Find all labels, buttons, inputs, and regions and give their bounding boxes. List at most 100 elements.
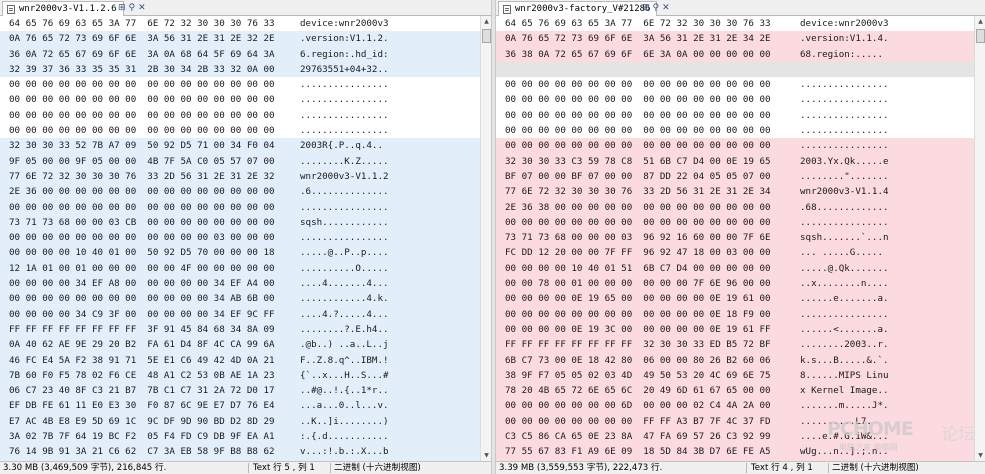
hex-row[interactable]: FF FF FF FF FF FF FF FF 3F 91 45 84 68 3… (0, 321, 481, 338)
scroll-down-arrow-icon[interactable]: ▼ (976, 451, 985, 460)
hex-row[interactable]: E7 AC 4B E8 E9 5D 69 1C 9C DF 9D 90 BD D… (0, 413, 481, 430)
hex-row[interactable]: 00 00 00 00 00 00 00 00 00 00 00 00 00 0… (496, 214, 975, 231)
left-hex-view[interactable]: 64 65 76 69 63 65 3A 77 6E 72 32 30 30 3… (0, 16, 481, 461)
hex-ascii: .version:V1.1.2. (300, 33, 389, 45)
left-tab-tool-find-icon[interactable]: ⚲ (129, 1, 136, 15)
hex-row[interactable]: 00 00 00 00 00 00 00 00 00 00 00 00 34 A… (0, 291, 481, 307)
right-cursor-position: Text 行 4 , 列 1 (751, 463, 813, 473)
hex-ascii: v...:!.b.:.X...b (300, 446, 389, 458)
hex-row[interactable]: 73 71 73 68 00 00 03 CB 00 00 00 00 00 0… (0, 214, 481, 231)
right-tab-tool-find-icon[interactable]: ⚲ (653, 1, 660, 15)
hex-row[interactable]: 2E 36 38 00 00 00 00 00 00 00 00 00 00 0… (496, 199, 975, 215)
scroll-thumb[interactable] (482, 29, 491, 43)
hex-row[interactable]: FF FF FF FF FF FF FF FF 32 30 30 33 ED B… (496, 337, 975, 353)
hex-row[interactable]: 38 9F F7 05 05 02 03 4D 49 50 53 20 4C 6… (496, 367, 975, 384)
hex-row[interactable]: 2E 36 00 00 00 00 00 00 00 00 00 00 00 0… (0, 184, 481, 200)
hex-bytes: 00 00 00 00 00 00 00 00 00 00 00 00 00 0… (9, 201, 275, 213)
right-vertical-scrollbar[interactable]: ▲ ▼ (974, 16, 985, 461)
hex-bytes: C3 C5 86 CA 65 0E 23 8A 47 FA 69 57 26 C… (505, 431, 771, 443)
hex-row[interactable]: 6B C7 73 00 0E 18 42 80 06 00 00 80 26 B… (496, 352, 975, 368)
scroll-up-arrow-icon[interactable]: ▲ (976, 17, 985, 26)
hex-row[interactable]: 00 00 00 00 34 C9 3F 00 00 00 00 00 34 E… (0, 306, 481, 322)
hex-row[interactable]: 00 00 00 00 00 00 00 00 00 00 00 00 00 0… (0, 77, 481, 92)
hex-row[interactable]: 00 00 00 00 10 40 01 51 6B C7 D4 00 00 0… (496, 260, 975, 277)
hex-row[interactable]: 73 71 73 68 00 00 00 03 96 92 16 60 00 0… (496, 230, 975, 246)
hex-row[interactable]: 46 FC E4 5A F2 38 91 71 5E E1 C6 49 42 4… (0, 352, 481, 368)
left-view-mode: 二进制 (十六进制视图) (334, 463, 421, 473)
right-view-mode: 二进制 (十六进制视图) (832, 463, 919, 473)
hex-bytes: 00 00 00 00 34 C9 3F 00 00 00 00 00 34 E… (9, 308, 275, 320)
hex-row[interactable]: 0A 76 65 72 73 69 6F 6E 3A 56 31 2E 31 2… (496, 31, 975, 47)
hex-row[interactable]: 00 00 00 00 00 00 00 00 FF FF A3 B7 7F 4… (496, 413, 975, 430)
right-file-size: 3.39 MB (3,559,553 字节), 222,473 行. (499, 463, 663, 473)
hex-row[interactable]: 36 0A 72 65 67 69 6F 6E 3A 0A 68 64 5F 6… (0, 46, 481, 62)
hex-ascii: wnr2000v3-V1.1.4 (800, 186, 889, 198)
left-tab-tool-close-icon[interactable]: ✕ (138, 1, 146, 15)
hex-row[interactable]: 00 00 00 00 00 00 00 00 00 00 00 00 00 0… (0, 108, 481, 123)
hex-row[interactable]: 00 00 00 00 00 00 00 00 00 00 00 00 00 0… (496, 77, 975, 92)
scroll-down-arrow-icon[interactable]: ▼ (482, 451, 491, 460)
hex-bytes: 77 6E 72 32 30 30 30 76 33 2D 56 31 2E 3… (505, 186, 771, 198)
hex-row[interactable]: 64 65 76 69 63 65 3A 77 6E 72 32 30 30 3… (0, 16, 481, 31)
hex-ascii: F..Z.8.q^..IBM.! (300, 354, 389, 366)
hex-row[interactable]: 00 00 00 00 00 00 00 00 00 00 00 00 00 0… (496, 123, 975, 138)
hex-row[interactable]: 00 00 00 00 00 00 00 00 00 00 00 00 00 0… (496, 92, 975, 107)
hex-ascii: ................ (800, 94, 889, 106)
hex-row[interactable]: 00 00 00 00 0E 19 3C 00 00 00 00 00 0E 1… (496, 321, 975, 338)
hex-row[interactable]: 76 14 9B 91 3A 21 C6 62 C7 3A EB 58 9F B… (0, 444, 481, 460)
hex-bytes: 00 00 00 00 00 00 00 00 00 00 00 00 00 0… (9, 109, 275, 121)
hex-row[interactable]: 00 00 00 00 00 00 00 00 00 00 00 00 00 0… (0, 123, 481, 138)
hex-row[interactable]: 00 00 00 00 00 00 00 6D 00 00 00 02 C4 4… (496, 398, 975, 414)
left-file-tab[interactable]: wnr2000v3-V1.1.2.6 (2, 1, 124, 16)
hex-row[interactable]: 7B 60 F0 F5 78 02 F6 CE 48 A1 C2 53 0B A… (0, 367, 481, 384)
hex-row[interactable]: 00 00 00 00 00 00 00 00 00 00 00 00 00 0… (496, 108, 975, 123)
hex-bytes: E7 AC 4B E8 E9 5D 69 1C 9C DF 9D 90 BD D… (9, 415, 275, 427)
hex-row[interactable]: 3A 02 7B 7F 64 19 BC F2 05 F4 FD C9 DB 9… (0, 429, 481, 445)
hex-row[interactable]: 06 C7 23 40 8F C3 21 B7 7B C1 C7 31 2A 7… (0, 383, 481, 399)
right-tab-tool-close-icon[interactable]: ✕ (662, 1, 670, 15)
hex-row[interactable]: 00 00 00 00 34 EF A8 00 00 00 00 00 34 E… (0, 276, 481, 292)
hex-row[interactable]: 00 00 00 00 00 00 00 00 00 00 00 00 00 0… (0, 92, 481, 107)
hex-row[interactable]: 36 38 0A 72 65 67 69 6F 6E 3A 0A 00 00 0… (496, 46, 975, 62)
hex-row[interactable]: 77 6E 72 32 30 30 30 76 33 2D 56 31 2E 3… (0, 168, 481, 185)
hex-row[interactable]: 00 00 00 00 10 40 01 00 50 92 D5 70 00 0… (0, 245, 481, 261)
hex-bytes: 0A 40 62 AE 9E 29 20 B2 FA 61 D4 8F 4C C… (9, 339, 275, 351)
hex-ascii: .@b..) ..a..L..j (300, 339, 389, 351)
right-tab-tool-save-icon[interactable]: ⊞ (642, 1, 650, 15)
hex-row[interactable]: 78 20 4B 65 72 6E 65 6C 20 49 6D 61 67 6… (496, 383, 975, 399)
hex-row[interactable]: 32 30 30 33 52 7B A7 09 50 92 D5 71 00 3… (0, 138, 481, 154)
left-vertical-scrollbar[interactable]: ▲ ▼ (480, 16, 491, 461)
hex-row[interactable]: 0A 40 62 AE 9E 29 20 B2 FA 61 D4 8F 4C C… (0, 337, 481, 353)
hex-row[interactable]: 12 1A 01 00 01 00 00 00 00 00 4F 00 00 0… (0, 260, 481, 277)
left-status-bar: 3.30 MB (3,469,509 字节), 216,845 行. Text … (0, 461, 491, 474)
hex-row[interactable]: 32 30 30 33 C3 59 78 C8 51 6B C7 D4 00 0… (496, 153, 975, 169)
right-file-tab[interactable]: wnr2000v3-factory_V#21286 (498, 1, 658, 16)
hex-row[interactable]: 00 00 00 00 00 00 00 00 00 00 00 00 03 0… (0, 230, 481, 246)
hex-row[interactable]: 64 65 76 69 63 65 3A 77 6E 72 32 30 30 3… (496, 16, 975, 31)
hex-ascii: ....4.?.....4... (300, 308, 389, 320)
hex-bytes: 00 00 00 00 0E 19 65 00 00 00 00 00 0E 1… (505, 293, 771, 305)
hex-row[interactable]: 00 00 78 00 01 00 00 00 00 00 00 7F 6E 9… (496, 276, 975, 292)
left-file-tab-title: wnr2000v3-V1.1.2.6 (19, 4, 117, 14)
hex-bytes: 00 00 00 00 00 00 00 00 00 00 00 00 00 0… (9, 94, 275, 106)
hex-ascii: .....@.Qk....... (800, 262, 889, 274)
hex-row[interactable]: 00 00 00 00 00 00 00 00 00 00 00 00 00 0… (0, 199, 481, 215)
hex-row[interactable]: 9F 05 00 00 9F 05 00 00 4B 7F 5A C0 05 5… (0, 153, 481, 169)
hex-row[interactable]: 77 55 67 83 F1 A9 6E 09 18 5D 84 3B D7 6… (496, 444, 975, 460)
left-tab-tool-save-icon[interactable]: ⊞ (118, 1, 126, 15)
hex-ascii: 8......MIPS Linu (800, 369, 889, 381)
hex-row[interactable]: FC DD 12 20 00 00 7F FF 96 92 47 18 00 0… (496, 245, 975, 261)
hex-row[interactable]: 00 00 00 00 0E 19 65 00 00 00 00 00 0E 1… (496, 291, 975, 307)
hex-row[interactable]: EF DB FE 61 11 E0 E3 30 F0 87 6C 9E E7 D… (0, 398, 481, 414)
hex-row[interactable]: 32 39 37 36 33 35 35 31 2B 30 34 2B 33 3… (0, 61, 481, 78)
hex-row[interactable]: 0A 76 65 72 73 69 6F 6E 3A 56 31 2E 31 2… (0, 31, 481, 47)
hex-row[interactable]: C3 C5 86 CA 65 0E 23 8A 47 FA 69 57 26 C… (496, 429, 975, 445)
hex-row[interactable] (496, 61, 975, 78)
hex-row[interactable]: BF 07 00 00 BF 07 00 00 87 DD 22 04 05 0… (496, 168, 975, 185)
hex-row[interactable]: 00 00 00 00 00 00 00 00 00 00 00 00 0E 1… (496, 306, 975, 322)
right-hex-view[interactable]: 64 65 76 69 63 65 3A 77 6E 72 32 30 30 3… (496, 16, 975, 461)
scroll-thumb[interactable] (976, 29, 985, 43)
hex-row[interactable]: 77 6E 72 32 30 30 30 76 33 2D 56 31 2E 3… (496, 184, 975, 200)
scroll-up-arrow-icon[interactable]: ▲ (482, 17, 491, 26)
hex-row[interactable]: 00 00 00 00 00 00 00 00 00 00 00 00 00 0… (496, 138, 975, 154)
